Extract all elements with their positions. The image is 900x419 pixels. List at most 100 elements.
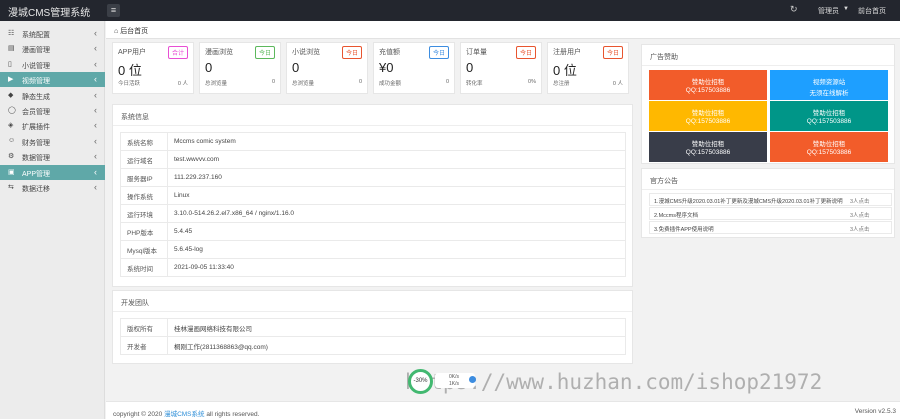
home-icon: ⌂ <box>114 28 119 35</box>
stat-foot-label: 成功金额 <box>379 81 402 87</box>
table-row: 系统名称 Mccms comic system <box>120 132 626 151</box>
row-value: Mccms comic system <box>167 132 626 151</box>
row-value: test.wwvvv.com <box>167 150 626 169</box>
stat-foot-label: 总浏览量 <box>205 81 228 87</box>
stat-card: 充值额 今日 ¥0 成功金额 0 <box>373 42 455 94</box>
ad-title: 赞助位招租 <box>812 110 846 117</box>
ad-title: 赞助位招租 <box>812 141 846 148</box>
stat-value: 0 <box>205 60 213 75</box>
notice-count: 3人点击 <box>850 199 870 205</box>
stat-foot-value: 0 人 <box>612 81 623 87</box>
ad-tile[interactable]: 赞助位招租 QQ:157503886 <box>649 70 767 100</box>
stat-card: 订单量 今日 0 转化率 0% <box>460 42 542 94</box>
stat-badge: 今日 <box>602 46 623 59</box>
sidebar-item-label: 数据迁移 <box>22 186 50 193</box>
book-icon: ▯ <box>8 60 12 68</box>
video-icon: ▶ <box>8 76 14 84</box>
row-key: 系统名称 <box>120 132 168 151</box>
chevron-left-icon: ‹ <box>94 151 97 162</box>
ad-tile[interactable]: 赞助位招租 QQ:157503886 <box>770 132 888 162</box>
caret-down-icon[interactable]: ▼ <box>843 6 849 12</box>
stat-card: 漫画浏览 今日 0 总浏览量 0 <box>199 42 281 94</box>
ad-tile[interactable]: 赞助位招租 QQ:157503886 <box>649 132 767 162</box>
tab-home[interactable]: ⌂ 后台首页 <box>114 26 148 36</box>
refresh-icon[interactable]: ↻ <box>790 4 798 15</box>
sidebar-item[interactable]: ◈ 扩展插件 ‹ <box>0 118 105 133</box>
speed-icon <box>469 376 476 383</box>
sidebar-item[interactable]: ☷ 系统配置 ‹ <box>0 26 105 41</box>
chevron-left-icon: ‹ <box>94 105 97 115</box>
row-key: 服务器IP <box>120 168 168 187</box>
panel-title: 系统信息 <box>121 114 149 121</box>
sidebar-item[interactable]: ⇆ 数据迁移 ‹ <box>0 180 105 195</box>
hamburger-icon[interactable]: ≡ <box>107 4 120 17</box>
stat-foot-label: 转化率 <box>466 81 483 87</box>
app-icon: ▣ <box>8 168 15 176</box>
ad-title: 赞助位招租 <box>691 141 725 148</box>
ad-subtitle: 无须在线解析 <box>809 90 849 97</box>
stat-name: 注册用户 <box>553 49 581 56</box>
notice-item[interactable]: 2.Mccms程序文档 3人点击 <box>649 207 892 220</box>
sidebar-item[interactable]: ◯ 会员管理 ‹ <box>0 103 105 118</box>
system-info-panel: 系统信息 系统名称 Mccms comic system 运行域名 test.wwvv… <box>112 104 633 287</box>
stat-name: 漫画浏览 <box>205 49 233 56</box>
notices-panel: 官方公告 1.漫城CMS升级2020.03.01补丁更新及漫城CMS升级2020… <box>641 168 895 238</box>
stat-foot-value: 0 人 <box>177 81 188 87</box>
panel-title: 开发团队 <box>121 300 149 307</box>
notice-text: 2.Mccms程序文档 <box>654 213 699 219</box>
sidebar-item[interactable]: ⚙ 数据管理 ‹ <box>0 149 105 164</box>
footer-link[interactable]: 漫城CMS系统 <box>164 411 204 418</box>
stat-foot-label: 今日活跃 <box>118 81 141 87</box>
stat-card: 小说浏览 今日 0 总浏览量 0 <box>286 42 368 94</box>
stat-foot-value: 0% <box>528 79 536 85</box>
panel-title: 官方公告 <box>650 178 678 185</box>
row-value: 2021-09-05 11:33:40 <box>167 258 626 277</box>
notice-text: 3.免费插件APP使用说明 <box>654 227 714 233</box>
row-value: 5.4.45 <box>167 222 626 241</box>
table-row: 开发者 桐刚工作(2811368863@qq.com) <box>120 336 626 355</box>
front-page-link[interactable]: 前台首页 <box>858 6 886 16</box>
chevron-left-icon: ‹ <box>94 43 97 54</box>
stat-name: APP用户 <box>118 49 147 56</box>
sidebar-item[interactable]: ▶ 视频管理 ‹ <box>0 72 105 88</box>
sidebar-item[interactable]: ▯ 小说管理 ‹ <box>0 57 105 72</box>
row-key: 操作系统 <box>120 186 168 205</box>
stat-card: APP用户 合计 0 位今日活跃 0 人 <box>112 42 194 94</box>
stat-value: 0 <box>466 60 474 75</box>
sidebar-item[interactable]: ◆ 静态生成 ‹ <box>0 88 105 103</box>
sidebar-item-label: 小说管理 <box>22 62 50 70</box>
sidebar-item-label: 视频管理 <box>22 78 50 86</box>
dev-team-table: 版权所有 桂林漫画网络科技有限公司 开发者 桐刚工作(2811368863@qq.co… <box>120 318 626 355</box>
row-value: Linux <box>167 186 626 205</box>
ad-tile[interactable]: 赞助位招租 QQ:157503886 <box>770 101 888 131</box>
row-key: Mysql版本 <box>120 240 168 259</box>
stat-name: 订单量 <box>466 49 487 56</box>
ad-tile[interactable]: 视频资源站 无须在线解析 <box>770 70 888 100</box>
ads-panel: 广告赞助 赞助位招租 QQ:157503886 视频资源站 无须在线解析 赞助位招租 QQ… <box>641 44 895 164</box>
stat-badge: 今日 <box>254 46 275 59</box>
chevron-left-icon: ‹ <box>94 74 97 85</box>
table-row: PHP版本 5.4.45 <box>120 222 626 241</box>
dev-team-panel: 开发团队 版权所有 桂林漫画网络科技有限公司 开发者 桐刚工作(2811368863@… <box>112 290 633 364</box>
ad-tile[interactable]: 赞助位招租 QQ:157503886 <box>649 101 767 131</box>
notice-item[interactable]: 3.免费插件APP使用说明 3人点击 <box>649 221 892 234</box>
sidebar-item[interactable]: ▤ 漫画管理 ‹ <box>0 41 105 56</box>
zoom-indicator[interactable]: -30% <box>408 369 433 394</box>
row-key: 运行域名 <box>120 150 168 169</box>
notice-item[interactable]: 1.漫城CMS升级2020.03.01补丁更新及漫城CMS升级2020.03.0… <box>649 193 892 206</box>
sidebar-item[interactable]: ▣ APP管理 ‹ <box>0 164 105 180</box>
sidebar-item-label: 系统配置 <box>22 32 50 39</box>
admin-menu[interactable]: 管理员 <box>818 6 839 16</box>
list-icon: ▤ <box>8 45 15 53</box>
table-row: 运行环境 3.10.0-514.26.2.el7.x86_64 / nginx/1… <box>120 204 626 223</box>
chevron-left-icon: ‹ <box>94 182 97 192</box>
chevron-left-icon: ‹ <box>94 28 97 38</box>
row-key: PHP版本 <box>120 222 168 241</box>
ad-subtitle: QQ:157503886 <box>685 149 731 156</box>
stat-name: 充值额 <box>379 49 400 56</box>
stat-value: 0 位 <box>118 63 142 78</box>
sidebar-item-label: 扩展插件 <box>22 124 50 132</box>
sidebar-item[interactable]: ☺ 财务管理 ‹ <box>0 134 105 149</box>
table-row: Mysql版本 5.6.45-log <box>120 240 626 259</box>
stat-badge: 今日 <box>515 46 536 59</box>
